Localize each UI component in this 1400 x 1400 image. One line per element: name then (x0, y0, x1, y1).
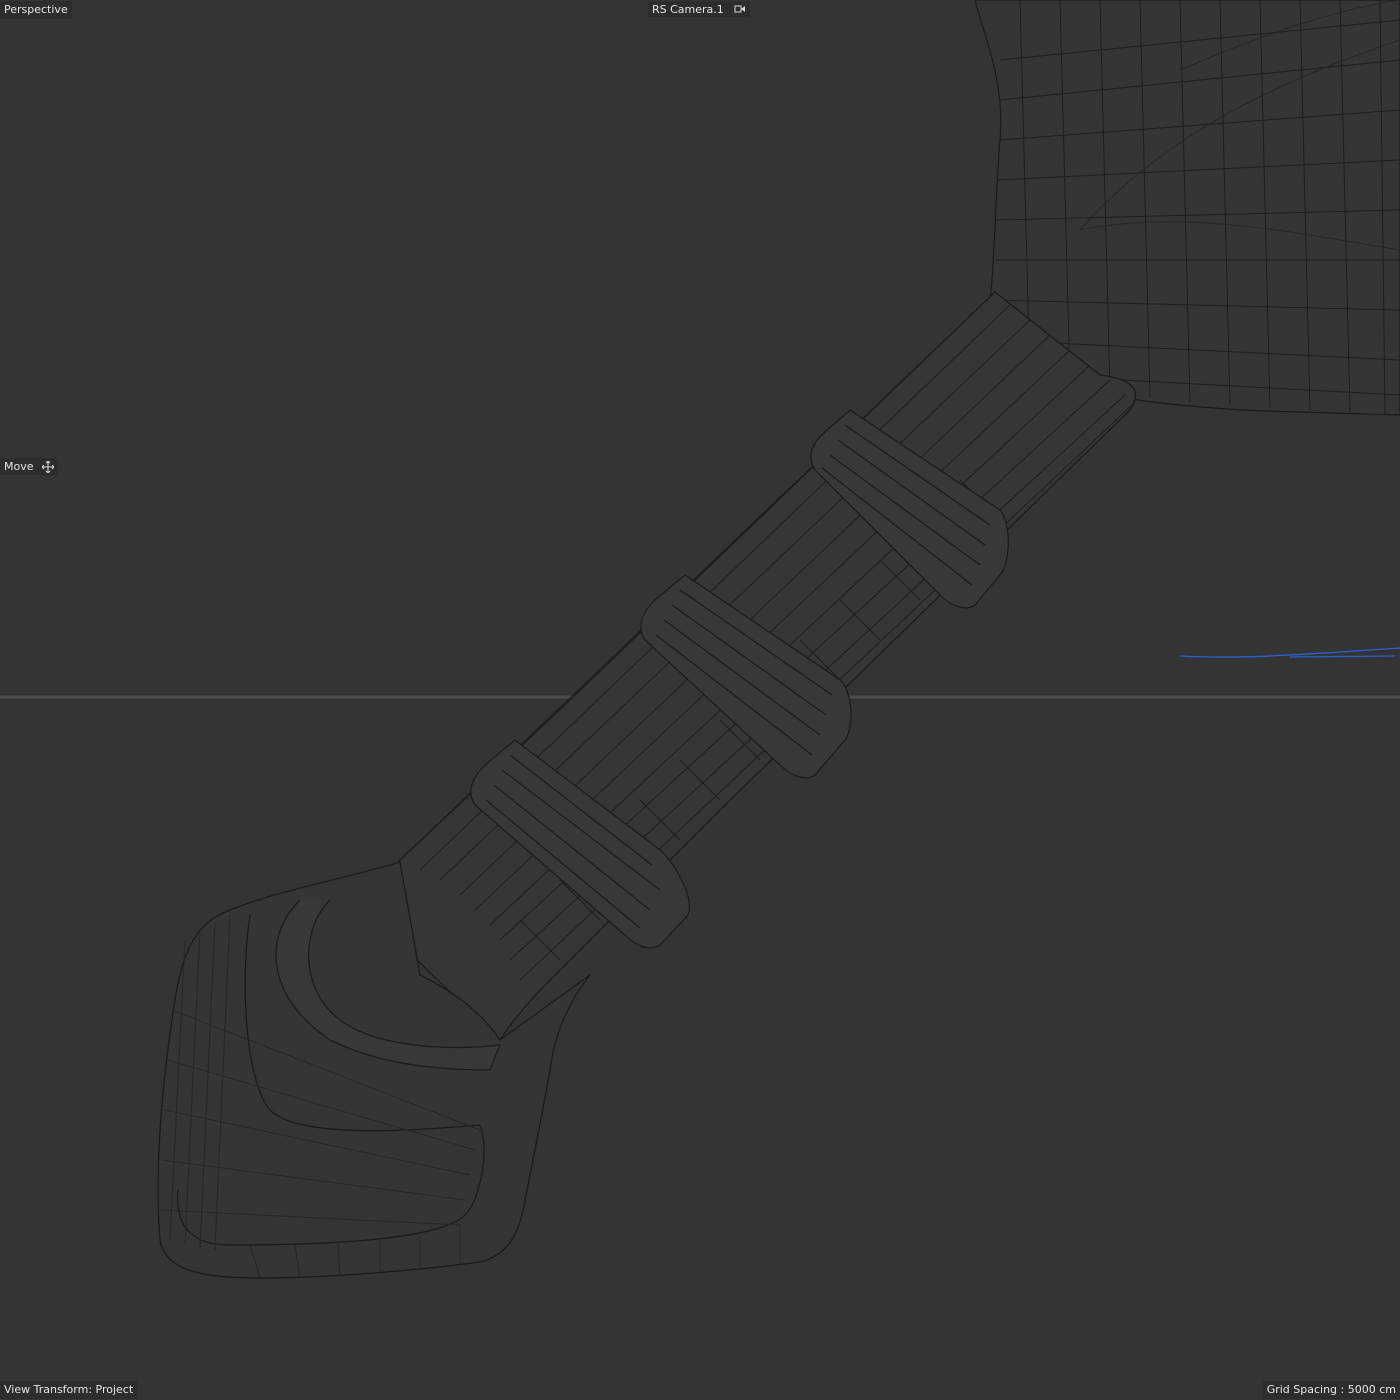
camera-name-label: RS Camera.1 (652, 2, 724, 16)
camera-icon[interactable] (734, 4, 746, 14)
grid-spacing-label: Grid Spacing : 5000 cm (1262, 1381, 1400, 1399)
active-tool-indicator: Move (0, 458, 58, 475)
handle-rings[interactable] (470, 409, 1009, 949)
view-transform-label: View Transform: Project (0, 1381, 138, 1399)
move-icon (41, 460, 54, 473)
wireframe-scene[interactable] (0, 0, 1400, 1400)
camera-selector[interactable]: RS Camera.1 (648, 1, 750, 17)
active-tool-label: Move (4, 460, 34, 473)
view-name-label[interactable]: Perspective (0, 1, 72, 19)
blue-spline[interactable] (1179, 647, 1400, 658)
3d-viewport[interactable]: Perspective RS Camera.1 Move View Transf… (0, 0, 1400, 1400)
